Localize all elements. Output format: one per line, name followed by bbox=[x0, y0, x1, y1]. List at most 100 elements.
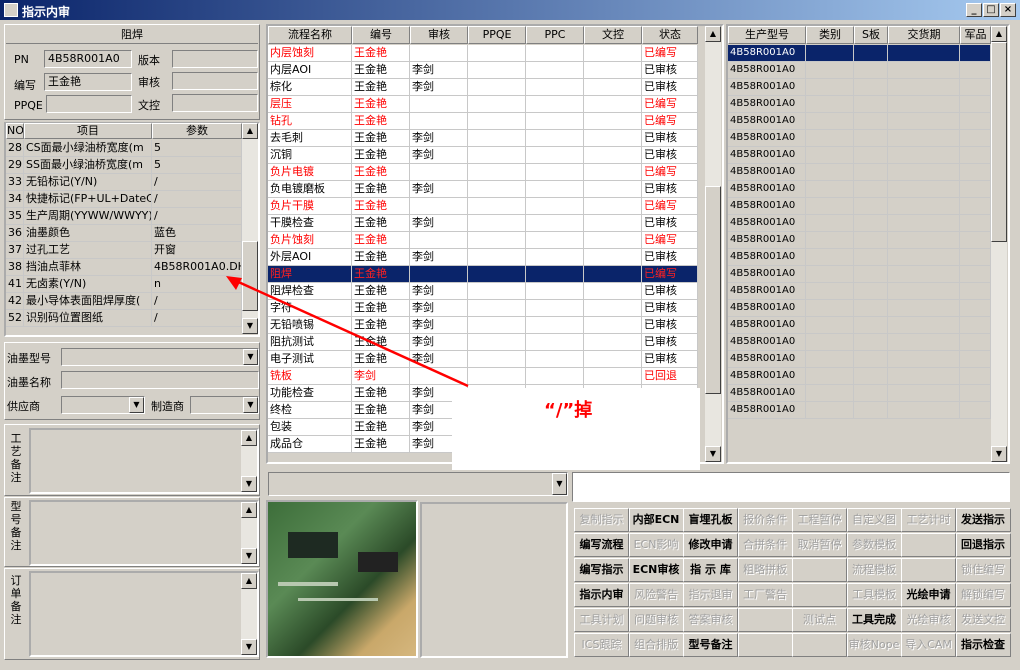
action-button[interactable]: 指 示 库 bbox=[683, 558, 738, 582]
action-button[interactable]: 型号备注 bbox=[683, 633, 738, 657]
action-button[interactable] bbox=[901, 533, 956, 557]
scroll-up-icon[interactable]: ▲ bbox=[991, 26, 1007, 42]
maximize-button[interactable]: □ bbox=[983, 3, 999, 17]
action-button[interactable] bbox=[792, 583, 847, 607]
param-col-value[interactable]: 参数 bbox=[152, 123, 242, 139]
param-row[interactable]: 28 CS面最小绿油桥宽度(m 5 bbox=[6, 140, 242, 157]
action-button[interactable]: 编写流程 bbox=[574, 533, 629, 557]
action-button[interactable]: ICS跟踪 bbox=[574, 633, 629, 657]
col-status[interactable]: 状态 bbox=[642, 26, 698, 44]
process-row[interactable]: 外层AOI 王金艳 李剑 已审核 bbox=[268, 249, 698, 266]
col-code[interactable]: 编号 bbox=[352, 26, 410, 44]
production-row[interactable]: 4B58R001A0 bbox=[728, 402, 991, 419]
action-button[interactable]: 复制指示 bbox=[574, 508, 629, 532]
param-col-item[interactable]: 项目 bbox=[24, 123, 152, 139]
production-row[interactable]: 4B58R001A0 bbox=[728, 368, 991, 385]
production-row[interactable]: 4B58R001A0 bbox=[728, 317, 991, 334]
action-button[interactable]: 粗略拼板 bbox=[737, 558, 793, 582]
production-row[interactable]: 4B58R001A0 bbox=[728, 351, 991, 368]
process-select[interactable]: ▼ bbox=[268, 472, 568, 496]
action-button[interactable]: 工厂警告 bbox=[737, 583, 793, 607]
col-review[interactable]: 审核 bbox=[410, 26, 468, 44]
action-button[interactable]: 报价条件 bbox=[737, 508, 793, 532]
process-row[interactable]: 内层AOI 王金艳 李剑 已审核 bbox=[268, 62, 698, 79]
process-row[interactable]: 负片蚀刻 王金艳 已编写 bbox=[268, 232, 698, 249]
process-row[interactable]: 棕化 王金艳 李剑 已审核 bbox=[268, 79, 698, 96]
comment-field[interactable] bbox=[572, 472, 1010, 502]
action-button[interactable]: 工具计划 bbox=[574, 608, 629, 632]
order-note-field[interactable]: ▲ ▼ bbox=[29, 571, 259, 657]
action-button[interactable] bbox=[792, 558, 847, 582]
production-row[interactable]: 4B58R001A0 bbox=[728, 283, 991, 300]
col-process-name[interactable]: 流程名称 bbox=[268, 26, 352, 44]
production-row[interactable]: 4B58R001A0 bbox=[728, 130, 991, 147]
production-row[interactable]: 4B58R001A0 bbox=[728, 181, 991, 198]
action-button[interactable]: 锁住编写 bbox=[955, 558, 1011, 582]
param-row[interactable]: 33 无铅标记(Y/N) / bbox=[6, 174, 242, 191]
action-button[interactable]: 工程暂停 bbox=[792, 508, 847, 532]
chevron-down-icon[interactable]: ▼ bbox=[552, 473, 567, 495]
col-doc-control[interactable]: 文控 bbox=[584, 26, 642, 44]
action-button[interactable]: 测试点 bbox=[792, 608, 847, 632]
action-button[interactable]: 编写指示 bbox=[574, 558, 629, 582]
process-row[interactable]: 沉铜 王金艳 李剑 已审核 bbox=[268, 147, 698, 164]
param-row[interactable]: 29 SS面最小绿油桥宽度(m 5 bbox=[6, 157, 242, 174]
param-row[interactable]: 36 油墨颜色 蓝色 bbox=[6, 225, 242, 242]
production-scrollbar[interactable]: ▲ ▼ bbox=[991, 26, 1007, 462]
process-row[interactable]: 层压 王金艳 已编写 bbox=[268, 96, 698, 113]
action-button[interactable]: 发送指示 bbox=[955, 508, 1011, 532]
action-button[interactable]: 参数模板 bbox=[846, 533, 902, 557]
action-button[interactable]: 光绘审核 bbox=[901, 608, 956, 632]
action-button[interactable] bbox=[901, 558, 956, 582]
action-button[interactable]: 审核Nope bbox=[846, 633, 902, 657]
production-row[interactable]: 4B58R001A0 bbox=[728, 96, 991, 113]
production-row[interactable]: 4B58R001A0 bbox=[728, 266, 991, 283]
action-button[interactable]: 指示检查 bbox=[955, 633, 1011, 657]
action-button[interactable] bbox=[737, 608, 793, 632]
action-button[interactable]: 流程模板 bbox=[846, 558, 902, 582]
production-row[interactable]: 4B58R001A0 bbox=[728, 300, 991, 317]
action-button[interactable]: 工具完成 bbox=[846, 608, 902, 632]
col-s-board[interactable]: S板 bbox=[854, 26, 888, 44]
param-row[interactable]: 52 识别码位置图纸 / bbox=[6, 310, 242, 327]
production-row[interactable]: 4B58R001A0 bbox=[728, 62, 991, 79]
action-button[interactable]: 指示退审 bbox=[683, 583, 738, 607]
scroll-down-icon[interactable]: ▼ bbox=[705, 446, 721, 462]
writer-field[interactable]: 王金艳 bbox=[44, 73, 132, 91]
action-button[interactable]: 盲埋孔板 bbox=[683, 508, 738, 532]
param-row[interactable]: 42 最小导体表面阻焊厚度(/ bbox=[6, 293, 242, 310]
col-delivery[interactable]: 交货期 bbox=[888, 26, 960, 44]
action-button[interactable]: 回退指示 bbox=[955, 533, 1011, 557]
param-row[interactable]: 41 无卤素(Y/N) n bbox=[6, 276, 242, 293]
scroll-up-icon[interactable]: ▲ bbox=[242, 123, 258, 139]
process-row[interactable]: 内层蚀刻 王金艳 已编写 bbox=[268, 45, 698, 62]
action-button[interactable]: 答案审核 bbox=[683, 608, 738, 632]
production-row[interactable]: 4B58R001A0 bbox=[728, 79, 991, 96]
production-row[interactable]: 4B58R001A0 bbox=[728, 198, 991, 215]
col-ppqe[interactable]: PPQE bbox=[468, 26, 526, 44]
production-row[interactable]: 4B58R001A0 bbox=[728, 164, 991, 181]
scroll-thumb[interactable] bbox=[991, 42, 1007, 242]
param-col-no[interactable]: NO bbox=[6, 123, 24, 139]
doc-control-field[interactable] bbox=[172, 94, 258, 112]
col-prod-model[interactable]: 生产型号 bbox=[728, 26, 806, 44]
action-button[interactable]: 内部ECN bbox=[628, 508, 684, 532]
action-button[interactable]: 问题审核 bbox=[628, 608, 684, 632]
action-button[interactable]: 自定义图 bbox=[846, 508, 902, 532]
action-button[interactable]: 指示内审 bbox=[574, 583, 629, 607]
chevron-down-icon[interactable]: ▼ bbox=[129, 397, 144, 413]
param-row[interactable]: 38 挡油点菲林 4B58R001A0.DH bbox=[6, 259, 242, 276]
production-row[interactable]: 4B58R001A0 bbox=[728, 385, 991, 402]
action-button[interactable] bbox=[792, 633, 847, 657]
minimize-button[interactable]: _ bbox=[966, 3, 982, 17]
production-row[interactable]: 4B58R001A0 bbox=[728, 147, 991, 164]
action-button[interactable]: 解锁编写 bbox=[955, 583, 1011, 607]
process-note-field[interactable]: ▲ ▼ bbox=[29, 428, 259, 494]
ppqe-field[interactable] bbox=[46, 95, 132, 113]
action-button[interactable]: 光绘申请 bbox=[901, 583, 956, 607]
production-row[interactable]: 4B58R001A0 bbox=[728, 334, 991, 351]
production-row[interactable]: 4B58R001A0 bbox=[728, 215, 991, 232]
pn-field[interactable]: 4B58R001A0 bbox=[44, 50, 132, 68]
supplier-select[interactable]: ▼ bbox=[61, 396, 145, 414]
action-button[interactable]: 工艺计时 bbox=[901, 508, 956, 532]
